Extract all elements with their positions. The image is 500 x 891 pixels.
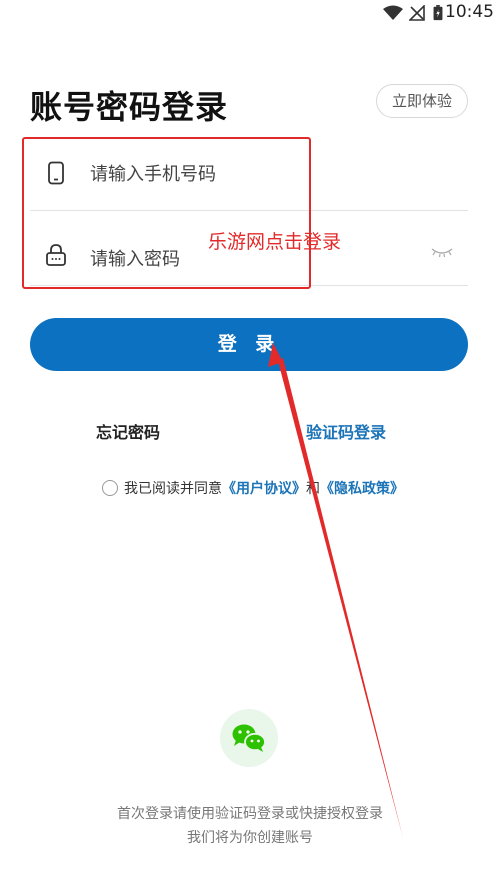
- code-login-link[interactable]: 验证码登录: [306, 419, 386, 443]
- forgot-password-link[interactable]: 忘记密码: [96, 419, 160, 443]
- battery-icon: [433, 5, 443, 21]
- agreement-row: 我已阅读并同意《用户协议》和《隐私政策》: [102, 478, 404, 498]
- clock-time: 10:45: [445, 2, 494, 22]
- agree-radio[interactable]: [102, 480, 118, 496]
- annotation-text: 乐游网点击登录: [208, 231, 342, 253]
- wifi-icon: [383, 5, 403, 20]
- footer-line-1: 首次登录请使用验证码登录或快捷授权登录: [117, 806, 383, 822]
- annotation-box: [22, 137, 311, 289]
- page-title: 账号密码登录: [30, 88, 229, 126]
- agreement-prefix: 我已阅读并同意: [124, 481, 222, 497]
- user-agreement-link[interactable]: 《用户协议》: [222, 481, 306, 497]
- login-button[interactable]: 登 录: [30, 318, 468, 371]
- wechat-icon: [232, 724, 266, 752]
- try-now-button[interactable]: 立即体验: [376, 84, 468, 118]
- privacy-policy-link[interactable]: 《隐私政策》: [320, 481, 404, 497]
- signal-icon: [409, 5, 425, 21]
- footer-line-2: 我们将为你创建账号: [187, 830, 313, 846]
- status-bar: 10:45: [0, 0, 500, 26]
- eye-closed-icon[interactable]: [430, 246, 454, 258]
- wechat-login-button[interactable]: [220, 709, 278, 767]
- agreement-and: 和: [306, 481, 320, 497]
